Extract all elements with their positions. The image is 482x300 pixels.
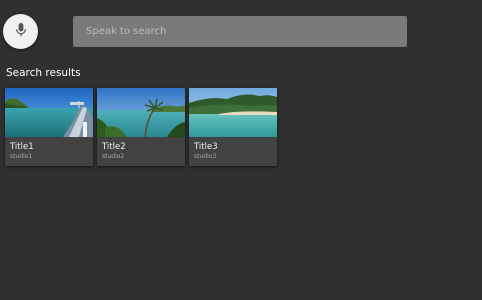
search-results-heading: Search results — [6, 67, 81, 79]
card-title: Title3 — [194, 142, 218, 152]
island-beach-photo — [189, 88, 277, 137]
result-card-2[interactable]: Title2 studio2 — [97, 88, 185, 166]
beach-pier-photo — [5, 88, 93, 137]
results-row: Title1 studio1 Title2 studio2 Title3 stu… — [5, 88, 277, 166]
card-subtitle: studio1 — [10, 153, 33, 160]
card-subtitle: studio3 — [194, 153, 217, 160]
mic-icon — [14, 22, 28, 42]
card-subtitle: studio2 — [102, 153, 125, 160]
search-bar[interactable] — [73, 16, 407, 47]
voice-search-button[interactable] — [3, 14, 38, 49]
result-card-3[interactable]: Title3 studio3 — [189, 88, 277, 166]
beach-palm-photo — [97, 88, 185, 137]
result-card-1[interactable]: Title1 studio1 — [5, 88, 93, 166]
card-title: Title1 — [10, 142, 34, 152]
card-title: Title2 — [102, 142, 126, 152]
search-input[interactable] — [86, 26, 394, 37]
